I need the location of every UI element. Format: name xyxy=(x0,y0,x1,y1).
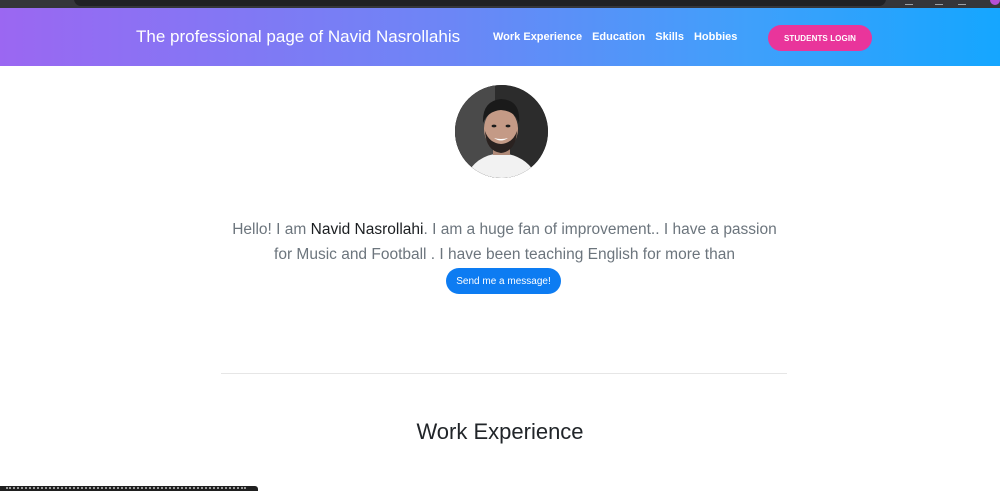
nav-hobbies[interactable]: Hobbies xyxy=(694,31,737,43)
intro-greeting: Hello! I am xyxy=(232,220,311,238)
link-status-text xyxy=(6,487,246,489)
students-login-button[interactable]: STUDENTS LOGIN xyxy=(768,25,872,51)
avatar xyxy=(455,85,548,178)
nav-education[interactable]: Education xyxy=(592,31,645,43)
site-header: The professional page of Navid Nasrollah… xyxy=(0,8,1000,66)
send-message-button[interactable]: Send me a message! xyxy=(446,268,561,294)
minimize-icon[interactable] xyxy=(935,0,943,5)
browser-profile-icon[interactable] xyxy=(990,0,1000,5)
nav-work-experience[interactable]: Work Experience xyxy=(493,31,582,43)
extension-icon[interactable] xyxy=(905,0,913,5)
address-bar-text xyxy=(100,0,380,4)
link-status-tooltip xyxy=(0,486,258,491)
nav-skills[interactable]: Skills xyxy=(655,31,684,43)
site-brand[interactable]: The professional page of Navid Nasrollah… xyxy=(136,27,460,47)
main-nav: Work Experience Education Skills Hobbies xyxy=(493,31,737,43)
browser-toolbar xyxy=(0,0,1000,8)
intro-text: Hello! I am Navid Nasrollahi. I am a hug… xyxy=(222,217,787,267)
intro-name: Navid Nasrollahi xyxy=(310,220,424,238)
avatar-photo-icon xyxy=(455,85,548,178)
maximize-icon[interactable] xyxy=(958,0,966,5)
section-divider xyxy=(221,373,787,374)
work-experience-heading: Work Experience xyxy=(416,419,584,444)
